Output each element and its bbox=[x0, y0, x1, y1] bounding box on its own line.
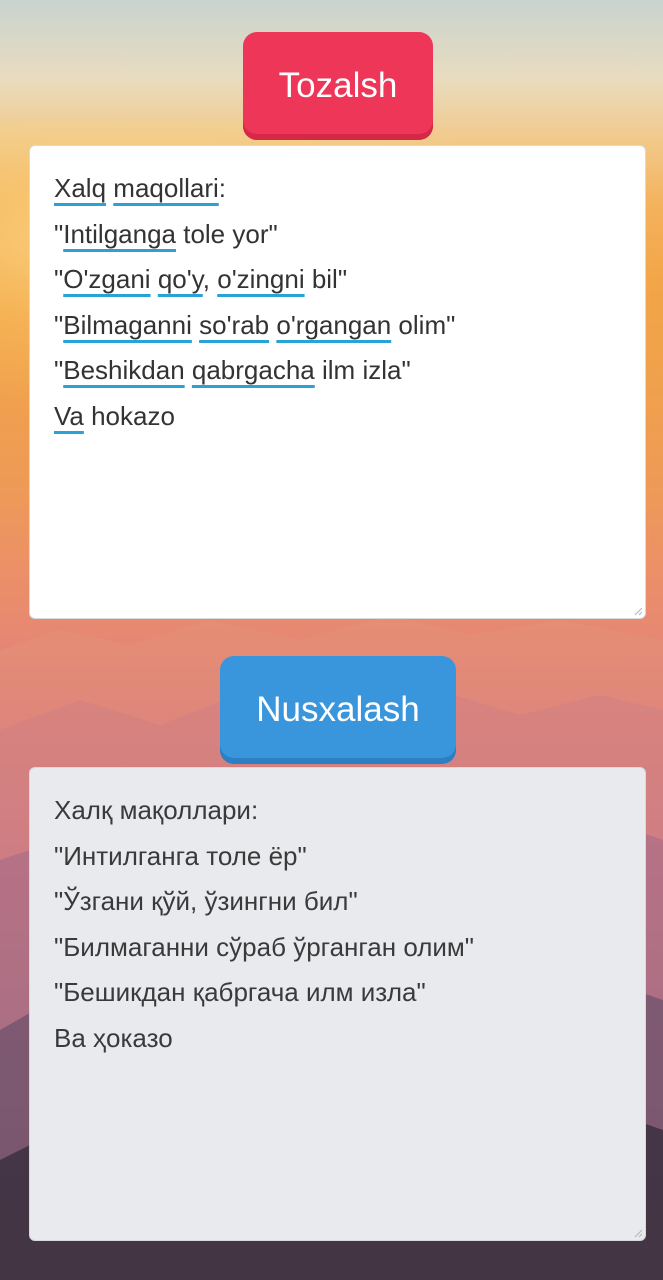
misspelled-word: qabrgacha bbox=[191, 355, 315, 385]
output-text-line: Халқ мақоллари: bbox=[54, 795, 259, 825]
text-segment: tole yor" bbox=[176, 218, 278, 249]
text-segment bbox=[185, 355, 192, 385]
text-segment: olim" bbox=[391, 309, 456, 340]
misspelled-word: so'rab bbox=[199, 309, 270, 340]
resize-handle-icon[interactable] bbox=[633, 1228, 643, 1238]
input-textarea[interactable]: Xalq maqollari: "Intilganga tole yor" "O'z… bbox=[29, 145, 646, 619]
text-segment: " bbox=[54, 355, 64, 385]
text-segment: " bbox=[54, 264, 64, 294]
text-segment: : bbox=[218, 173, 227, 203]
text-segment: " bbox=[54, 309, 64, 340]
copy-button[interactable]: Nusxalash bbox=[220, 656, 456, 764]
output-textarea[interactable]: Халқ мақоллари: "Интилганга толе ёр" "Ўзга… bbox=[29, 767, 646, 1241]
text-segment: hokazo bbox=[83, 400, 175, 431]
misspelled-word: o'zingni bbox=[217, 264, 305, 294]
clear-button[interactable]: Tozalsh bbox=[243, 32, 433, 140]
text-segment: , bbox=[202, 264, 218, 294]
input-text-line: "O'zgani qo'y, o'zingni bil" bbox=[54, 257, 621, 303]
input-text-line: "Intilganga tole yor" bbox=[54, 212, 621, 258]
misspelled-word: Beshikdan bbox=[63, 355, 185, 385]
misspelled-word: qo'y bbox=[157, 264, 203, 294]
input-text-line: "Beshikdan qabrgacha ilm izla" bbox=[54, 348, 621, 394]
input-text-line: Xalq maqollari: bbox=[54, 166, 621, 212]
misspelled-word: Intilganga bbox=[63, 218, 176, 249]
output-text-line: Ва ҳоказо bbox=[54, 1022, 173, 1053]
output-text-line: "Бешикдан қабргача илм изла" bbox=[54, 977, 426, 1007]
misspelled-word: Va bbox=[54, 400, 84, 431]
text-segment: bil" bbox=[304, 264, 348, 294]
input-text-line: Va hokazo bbox=[54, 394, 621, 440]
output-text-line: "Интилганга толе ёр" bbox=[54, 840, 307, 871]
resize-handle-icon[interactable] bbox=[633, 606, 643, 616]
output-text-line: "Ўзгани қўй, ўзингни бил" bbox=[54, 886, 358, 916]
misspelled-word: Bilmaganni bbox=[63, 309, 192, 340]
output-text-line: "Билмаганни сўраб ўрганган олим" bbox=[54, 931, 475, 962]
input-text-line: "Bilmaganni so'rab o'rgangan olim" bbox=[54, 303, 621, 349]
text-segment: ilm izla" bbox=[314, 355, 411, 385]
text-segment: " bbox=[54, 218, 64, 249]
misspelled-word: o'rgangan bbox=[276, 309, 392, 340]
misspelled-word: maqollari bbox=[113, 173, 219, 203]
misspelled-word: O'zgani bbox=[63, 264, 151, 294]
text-segment bbox=[151, 264, 158, 294]
misspelled-word: Xalq bbox=[54, 173, 107, 203]
